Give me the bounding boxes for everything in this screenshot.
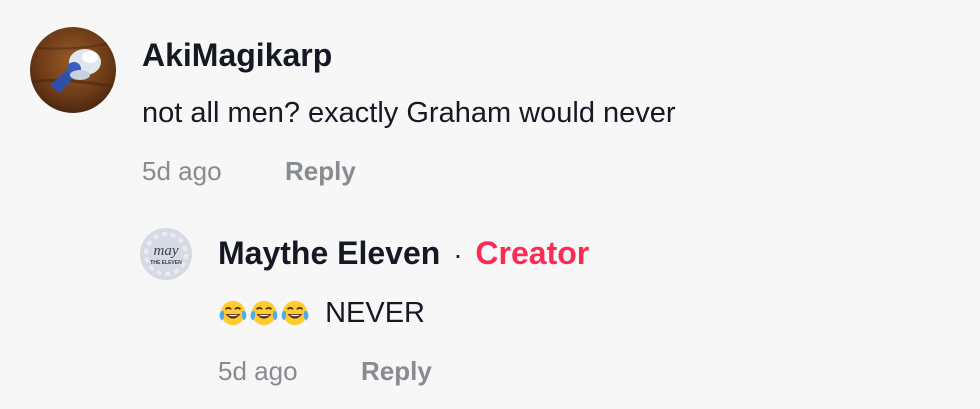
face-with-tears-of-joy-icon [281,300,309,326]
reply-header: Maythe Eleven · Creator [218,234,589,274]
comment-timestamp: 5d ago [142,156,222,186]
emoji-group [218,297,319,329]
user-avatar[interactable] [30,27,116,113]
reply-text: NEVER [218,294,425,332]
reply-message: NEVER [325,297,425,329]
reply-username[interactable]: Maythe Eleven [218,235,440,271]
comment-text: not all men? exactly Graham would never [142,97,676,129]
creator-avatar-image: may THE ELEVEN [140,228,192,280]
user-avatar-image [30,27,116,113]
avatar-script-text: may [154,243,179,259]
separator-dot: · [453,239,463,270]
avatar-caption-text: THE ELEVEN [150,260,182,266]
comment-username[interactable]: AkiMagikarp [142,36,332,74]
reply-button[interactable]: Reply [285,154,356,188]
face-with-tears-of-joy-icon [219,300,247,326]
creator-avatar[interactable]: may THE ELEVEN [140,228,192,280]
reply-timestamp: 5d ago [218,356,298,386]
creator-badge: Creator [475,235,590,271]
face-with-tears-of-joy-icon [250,300,278,326]
reply-reply-button[interactable]: Reply [361,354,432,388]
